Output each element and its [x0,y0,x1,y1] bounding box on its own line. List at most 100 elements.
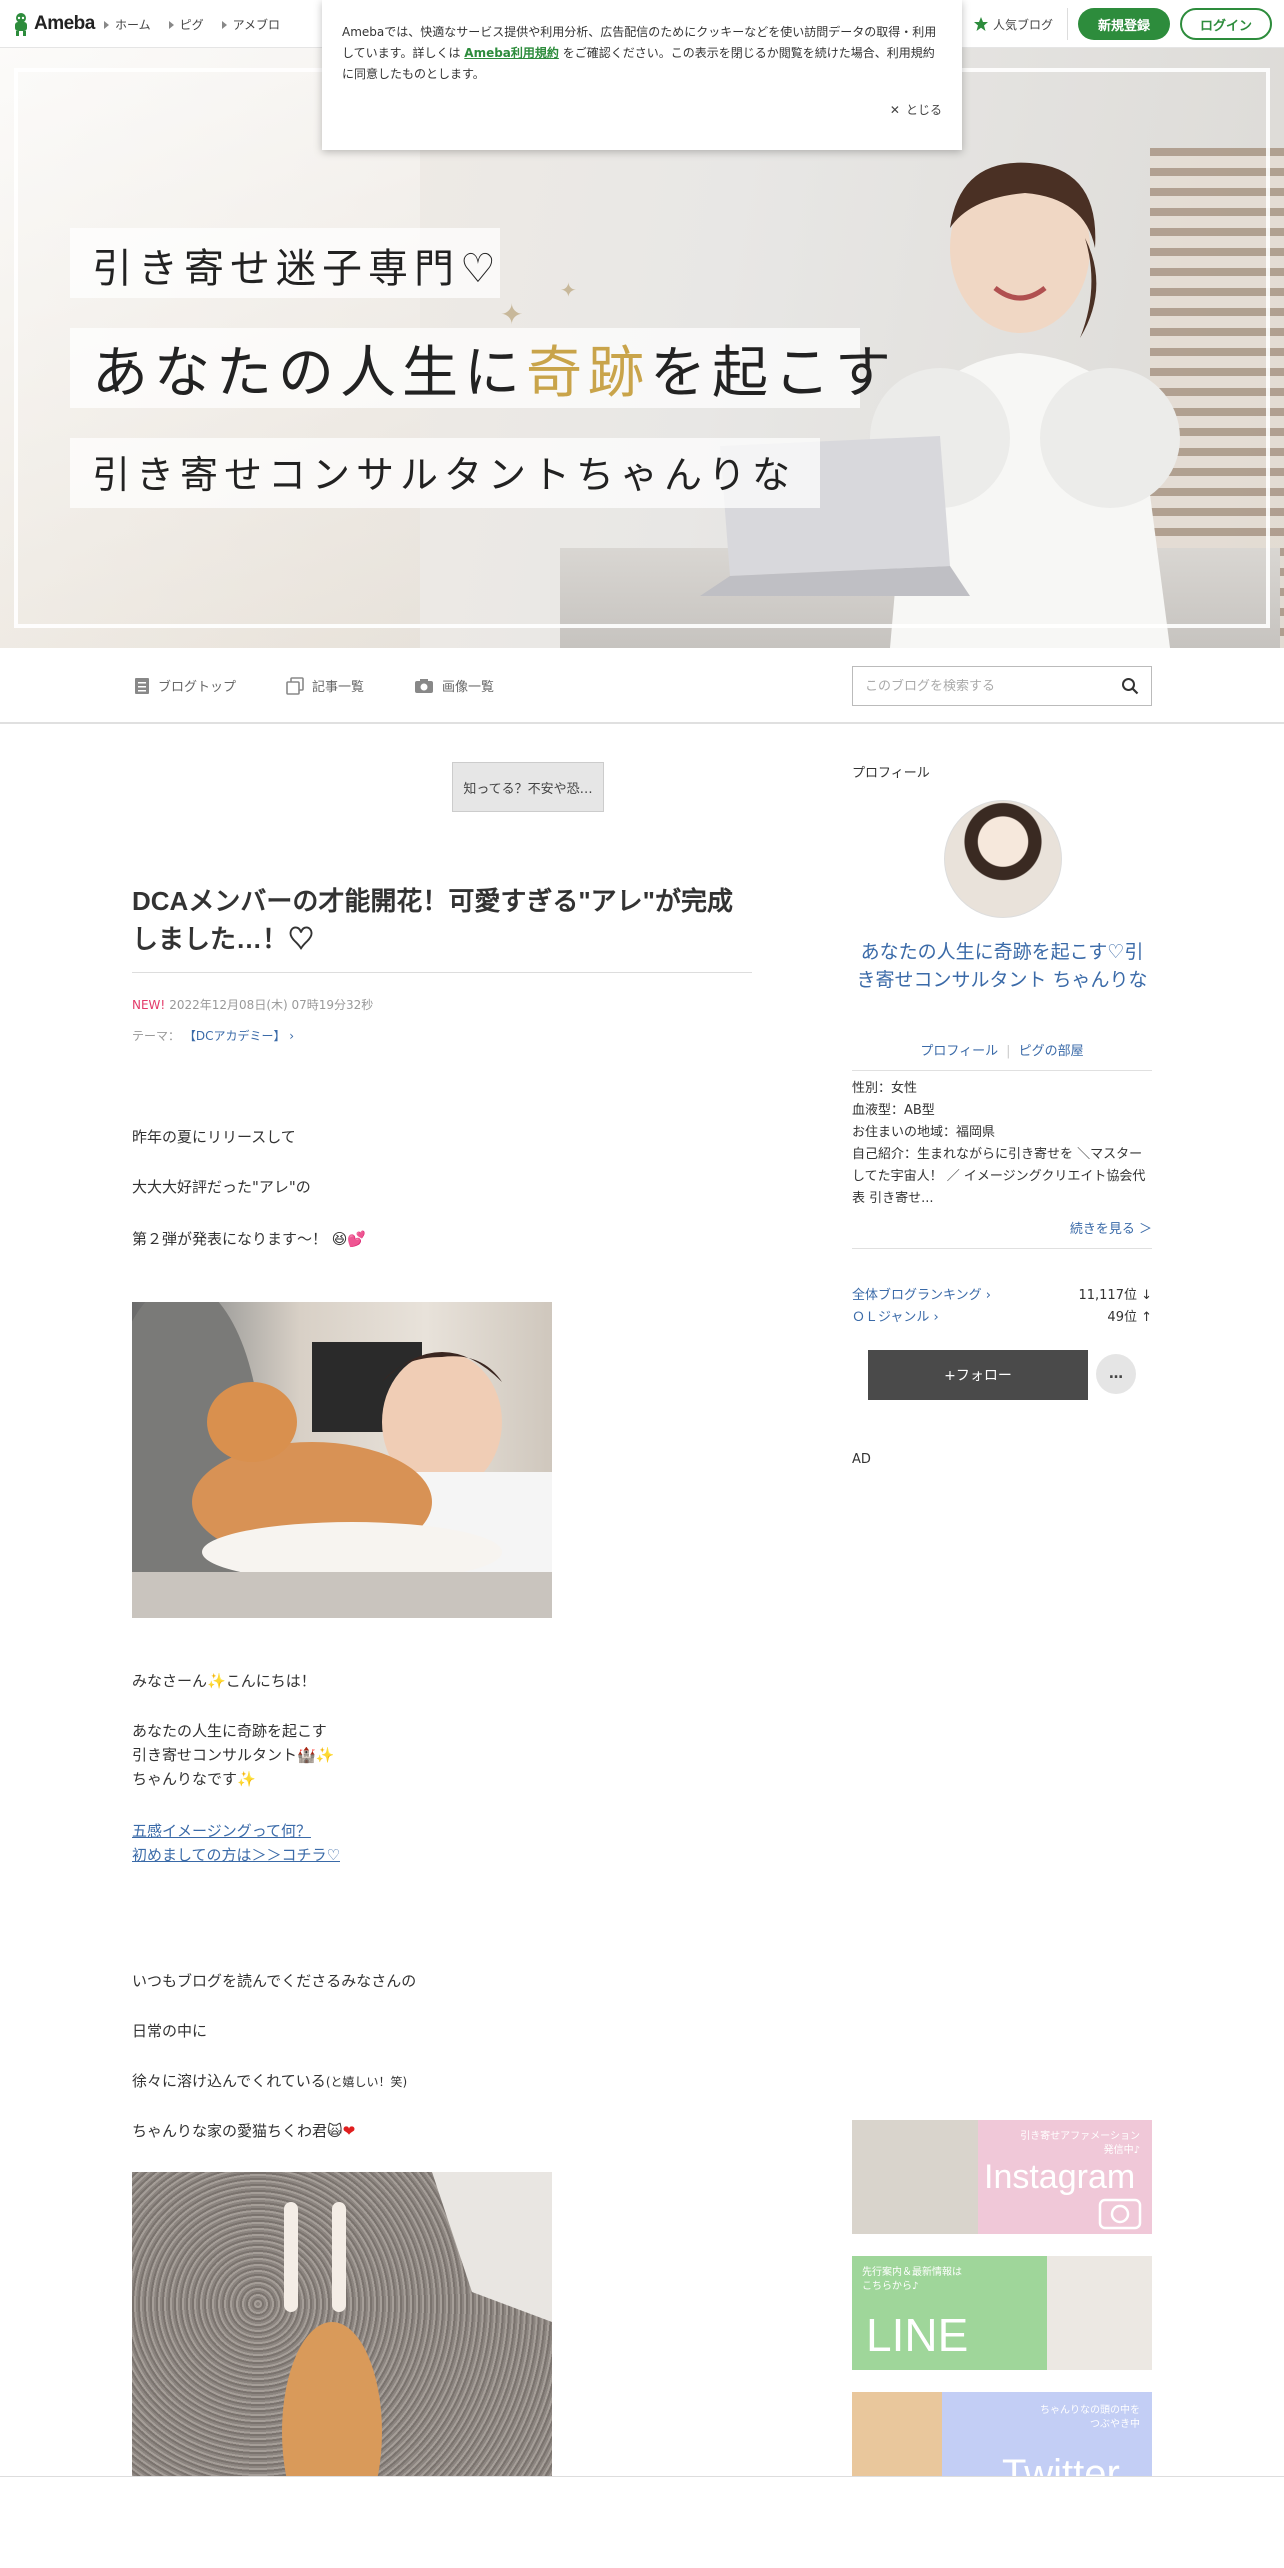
profile-divider [852,1070,1152,1071]
line-banner[interactable]: 先行案内＆最新情報は こちらから♪ LINE [852,2256,1152,2370]
copy-icon [286,676,304,695]
instagram-banner-caption: 引き寄せアファメーション 発信中♪ [1020,2131,1140,2156]
ameba-logo[interactable]: Ameba [12,12,95,36]
line-banner-title: LINE [866,2309,969,2361]
sparkles-emoji-icon: ✨ [315,1746,335,1764]
more-menu-button[interactable]: … [1096,1354,1136,1394]
line-banner-caption: 先行案内＆最新情報は こちらから♪ [862,2267,962,2292]
caret-right-icon [221,20,227,29]
genre-ranking-value: 49位 ↑ [1107,1310,1152,1325]
sparkles-emoji-icon: ✨ [207,1672,226,1690]
grinning-face-emoji-icon: 😆 [327,1230,348,1248]
nav-ameblo-label: アメブロ [232,18,281,32]
title-divider [132,972,752,973]
link-separator: | [1006,1044,1011,1059]
bottom-overlay-bar [0,2476,1284,2568]
entry-paragraph: いつもブログを読んでくださるみなさんの [132,1972,417,1990]
tab-entry-list-label: 記事一覧 [312,680,365,695]
search-icon[interactable] [1121,677,1139,695]
instagram-banner[interactable]: 引き寄せアファメーション 発信中♪ Instagram [852,2120,1152,2234]
entry-photo-cat-on-rug[interactable] [132,2172,552,2502]
tab-blog-top-label: ブログトップ [158,680,237,695]
entry-paragraph-text: こんにちは！ [225,1672,316,1690]
new-badge: NEW! [132,998,166,1012]
register-button[interactable]: 新規登録 [1078,8,1170,40]
entry-paragraph: ちゃんりな家の愛猫ちくわ君🙀❤ [132,2120,355,2141]
sparkles-emoji-icon: ✨ [237,1770,256,1788]
genre-ranking-link[interactable]: ＯＬジャンル › [852,1306,939,1325]
nav-pig-label: ピグ [179,18,204,32]
entry-link-imaging[interactable]: 五感イメージングって何？ [132,1820,311,1841]
profile-location: お住まいの地域：福岡県 [852,1125,996,1140]
nav-home[interactable]: ホーム [104,16,151,33]
ranking-row: ＯＬジャンル › 49位 ↑ [852,1306,1152,1325]
entry-paragraph: 昨年の夏にリリースして [132,1128,296,1146]
tab-entry-list[interactable]: 記事一覧 [286,676,364,695]
profile-heading: プロフィール [852,766,930,781]
entry-theme: テーマ： 【DCアカデミー】 › [132,1027,294,1044]
entry-paragraph: 大大大好評だった"アレ"の [132,1178,311,1196]
party-emoji-icon: 💕 [347,1230,367,1248]
instagram-banner-title: Instagram [984,2158,1136,2196]
cookie-close-label: とじる [905,103,942,117]
entry-paragraph-text: 第２弾が発表になります〜！ [132,1230,328,1248]
profile-details: 性別：女性 血液型：AB型 お住まいの地域：福岡県 自己紹介：生まれながらに引き… [852,1078,1152,1210]
cookie-text: Amebaでは、快適なサービス提供や利用分析、広告配信のためにクッキーなどを使い… [342,22,942,85]
tab-blog-top[interactable]: ブログトップ [134,676,236,695]
terms-link[interactable]: Ameba利用規約 [464,46,559,60]
entry-paragraph: 徐々に溶け込んでくれている(と嬉しい！笑) [132,2070,407,2091]
red-heart-emoji-icon: ❤ [342,2122,356,2140]
entry-date-text: 2022年12月08日(木) 07時19分32秒 [169,998,374,1012]
tab-image-list[interactable]: 画像一覧 [414,676,494,695]
login-button[interactable]: ログイン [1180,8,1272,40]
blog-search-input[interactable] [865,678,1121,694]
star-icon [973,17,988,31]
entry-title[interactable]: DCAメンバーの才能開花！可愛すぎる"アレ"が完成しました…！♡ [132,882,752,958]
read-more-link[interactable]: 続きを見る ＞ [1070,1218,1152,1237]
theme-link[interactable]: 【DCアカデミー】 › [184,1029,294,1043]
cookie-close-button[interactable]: ✕ とじる [890,100,942,121]
profile-gender: 性別：女性 [852,1081,918,1096]
profile-links: プロフィール | ピグの部屋 [852,1040,1152,1059]
profile-intro: 自己紹介：生まれながらに引き寄せを ＼マスターしてた宇宙人！ ／ イメージングク… [852,1147,1146,1206]
blog-tabs: ブログトップ 記事一覧 画像一覧 [134,676,494,695]
header-frame [14,68,1270,628]
entry-paragraph: あなたの人生に奇跡を起こす [132,1722,327,1740]
caret-right-icon [104,20,109,29]
nav-pig[interactable]: ピグ [168,16,204,33]
ranking-divider [852,1248,1152,1249]
nav-home-label: ホーム [115,18,151,32]
overall-ranking-link[interactable]: 全体ブログランキング › [852,1284,991,1303]
entry-photo-cat-and-blogger[interactable] [132,1302,552,1618]
entry-paragraph-text: ちゃんりな家の愛猫ちくわ君 [132,2122,328,2140]
overall-ranking-label: 全体ブログランキング [852,1288,982,1303]
entry-paragraph-text: 徐々に溶け込んでくれている [132,2072,326,2090]
ranking-row: 全体ブログランキング › 11,117位 ↓ [852,1284,1152,1303]
global-nav: ホーム ピグ アメブロ [104,16,280,33]
popular-blogs-link[interactable]: 人気ブログ [973,8,1068,40]
pig-room-link[interactable]: ピグの部屋 [1019,1044,1084,1059]
popular-blogs-label: 人気ブログ [992,17,1053,32]
entry-paragraph-text: ちゃんりなです [132,1770,238,1788]
profile-blood-type: 血液型：AB型 [852,1103,935,1118]
entry-paragraph: ちゃんりなです✨ [132,1768,256,1789]
castle-emoji-icon: 🏰 [297,1746,316,1764]
theme-label: テーマ： [132,1029,181,1043]
cat-photo [282,2172,552,2502]
entry-paragraph: 引き寄せコンサルタント🏰✨ [132,1744,334,1765]
caret-right-icon [168,20,174,29]
nav-ameblo[interactable]: アメブロ [221,16,281,33]
entry-link-first-time[interactable]: 初めましての方は＞＞コチラ♡ [132,1844,340,1865]
genre-ranking-label: ＯＬジャンル [852,1310,930,1325]
related-entry-button[interactable]: 知ってる？不安や恐… [452,762,604,812]
follow-button[interactable]: +フォロー [868,1350,1088,1400]
blog-subnav: ブログトップ 記事一覧 画像一覧 [0,648,1284,724]
overall-ranking-value: 11,117位 ↓ [1078,1288,1152,1303]
twitter-banner-caption: ちゃんりなの頭の中を つぶやき中 [1040,2405,1140,2430]
profile-avatar[interactable] [944,800,1062,918]
document-icon [135,677,149,694]
cat-face-emoji-icon: 🙀 [327,2122,343,2140]
blog-name-link[interactable]: あなたの人生に奇跡を起こす♡引き寄せコンサルタント ちゃんりな [852,938,1152,994]
entry-paragraph: みなさーん✨こんにちは！ [132,1670,316,1691]
profile-link[interactable]: プロフィール [920,1044,998,1059]
